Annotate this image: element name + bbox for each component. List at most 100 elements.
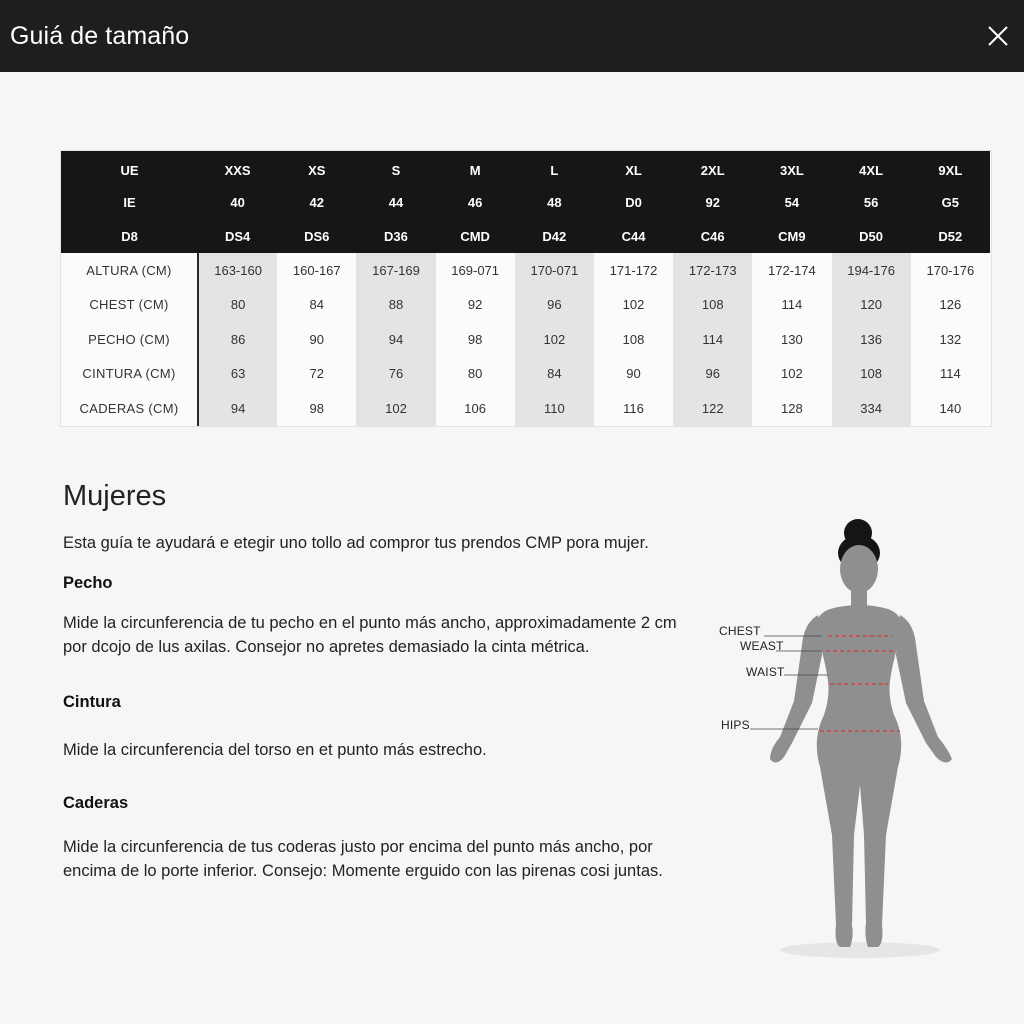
measurement-cell: 84 [514,356,594,391]
measurement-cell: 80 [435,356,515,391]
measurement-cell: 84 [277,287,357,322]
measurement-label: CHEST (CM) [61,287,199,322]
size-header-cell: G5 [941,194,960,210]
size-table: UE XXS XS S M L XL 2XL 3XL 4XL 9XL IE 40 42 44 46 48 D0 92… [60,150,992,427]
measurement-label: ALTURA (CM) [61,253,199,288]
measurement-cell: 114 [752,287,832,322]
size-header-cell: XS [308,162,326,178]
waist-instructions: Mide la circunferencia del torso en et p… [63,741,487,759]
measurement-cell: 163-160 [198,253,278,288]
size-header-cell: XXS [224,162,251,178]
waist-label: WAIST [746,665,785,679]
chest-heading: Pecho [63,574,113,592]
measurement-cell: 96 [673,356,753,391]
size-header-cell: CMD [460,228,490,244]
measurement-cell: 194-176 [831,253,911,288]
measurement-cell: 167-169 [356,253,436,288]
size-header-cell: 42 [309,194,325,210]
measurement-row: CHEST (CM) 80 84 88 92 96 102 108 114 120 126 [61,287,990,322]
measurement-cell: 98 [277,391,357,426]
close-icon[interactable] [986,24,1010,48]
size-header-cell: D42 [542,228,567,244]
measurement-row: CINTURA (CM) 63 72 76 80 84 90 96 102 108 114 [61,356,990,391]
guide-intro: Esta guía te ayudará e etegir uno tollo … [63,534,649,552]
measurement-cell: 80 [198,287,278,322]
size-header-cell: D50 [859,228,884,244]
size-header-cell: 54 [784,194,800,210]
measurement-figure: CHEST WEAST WAIST HIPS [700,505,990,965]
measurement-label: CADERAS (CM) [61,391,199,426]
hips-heading: Caderas [63,794,129,812]
measurement-cell: 63 [198,356,278,391]
size-header-cell: 56 [863,194,879,210]
size-header-cell: 48 [547,194,562,210]
size-header-cell: C44 [621,228,646,244]
waist-heading: Cintura [63,693,121,711]
measurement-cell: 98 [435,322,515,357]
measurement-cell: 108 [673,287,753,322]
measurement-cell: 170-071 [514,253,594,288]
measurement-cell: 140 [910,391,990,426]
measurement-cell: 122 [673,391,753,426]
measurement-cell: 136 [831,322,911,357]
hips-label: HIPS [721,718,750,732]
size-header-cell: CM9 [778,228,806,244]
measurement-cell: 102 [356,391,436,426]
measurement-cell: 171-172 [593,253,674,288]
measurement-row: ALTURA (CM) 163-160 160-167 167-169 169-071 1… [61,253,990,288]
chest-instructions: Mide la circunferencia de tu pecho en el… [63,614,677,656]
measurement-cell: 126 [910,287,990,322]
measurement-cell: 90 [593,356,674,391]
measurement-cell: 132 [910,322,990,357]
measurement-cell: 170-176 [910,253,990,288]
upper-waist-label: WEAST [740,639,784,653]
measurement-cell: 94 [198,391,278,426]
size-header-cell: 40 [230,194,245,210]
size-header-cell: D0 [625,194,642,210]
size-header-cell: 46 [467,194,483,210]
measurement-cell: 108 [831,356,911,391]
measurement-cell: 114 [673,322,753,357]
measurement-cell: 102 [514,322,594,357]
size-table-header: UE XXS XS S M L XL 2XL 3XL 4XL 9XL IE 40 42 44 46 48 D0 92… [61,151,990,253]
size-header-row: IE 40 42 44 46 48 D0 92 54 56 G5 [61,185,990,219]
size-header-cell: 92 [705,194,720,210]
size-header-cell: C46 [700,228,725,244]
size-system-label: IE [123,194,136,210]
size-header-cell: M [469,162,481,178]
size-guide-content: Mujeres Esta guía te ayudará e etegir un… [63,480,703,905]
measurement-cell: 76 [356,356,436,391]
size-system-label: UE [120,162,139,178]
measurement-label: CINTURA (CM) [61,356,199,391]
measurement-cell: 114 [910,356,990,391]
section-title: Mujeres [63,480,167,512]
measurement-cell: 130 [752,322,832,357]
size-table-body: ALTURA (CM) 163-160 160-167 167-169 169-071 1… [61,253,990,426]
measurement-cell: 102 [593,287,674,322]
measurement-cell: 334 [831,391,911,426]
chest-label: CHEST [719,624,761,638]
size-header-cell: 2XL [700,162,725,178]
size-header-cell: DS4 [224,228,251,244]
measurement-cell: 90 [277,322,357,357]
size-header-cell: D36 [384,228,408,244]
modal-title: Guiá de tamaño [10,21,190,50]
size-header-cell: L [550,162,559,178]
size-header-cell: 9XL [938,162,963,178]
measurement-cell: 88 [356,287,436,322]
size-header-cell: 44 [388,194,404,210]
measurement-label: PECHO (CM) [61,322,199,357]
measurement-cell: 96 [514,287,594,322]
measurement-cell: 160-167 [277,253,357,288]
measurement-row: CADERAS (CM) 94 98 102 106 110 116 122 128 334 140 [61,391,990,426]
measurement-cell: 72 [277,356,357,391]
modal-header: Guiá de tamaño [0,0,1024,72]
measurement-cell: 110 [514,391,594,426]
measurement-cell: 172-173 [673,253,753,288]
size-header-cell: DS6 [304,228,330,244]
size-header-cell: S [391,162,401,178]
measurement-cell: 94 [356,322,436,357]
measurement-row: PECHO (CM) 86 90 94 98 102 108 114 130 136 132 [61,322,990,357]
size-header-cell: XL [625,162,642,178]
size-header-cell: D52 [938,228,963,244]
